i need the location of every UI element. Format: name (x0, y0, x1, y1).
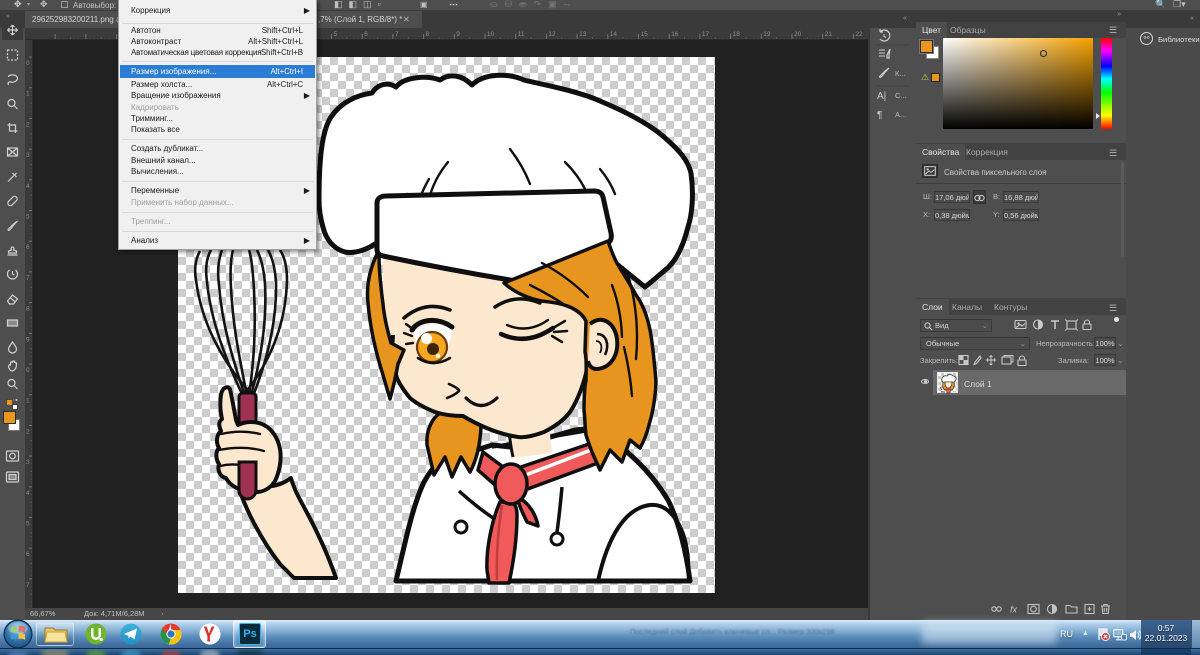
svg-text:2: 2 (26, 121, 30, 128)
svg-text:13: 13 (579, 31, 587, 38)
svg-text:6: 6 (26, 551, 30, 558)
svg-text:7: 7 (26, 275, 30, 282)
svg-text:6: 6 (364, 31, 368, 38)
svg-text:16: 16 (671, 31, 679, 38)
svg-text:3: 3 (26, 459, 30, 466)
svg-text:11: 11 (518, 31, 525, 38)
svg-text:6: 6 (26, 244, 30, 251)
svg-text:15: 15 (641, 31, 649, 38)
svg-text:10: 10 (487, 31, 495, 38)
svg-text:5: 5 (334, 31, 338, 38)
svg-text:4: 4 (26, 183, 30, 190)
svg-text:21: 21 (825, 31, 833, 38)
svg-text:9: 9 (456, 31, 460, 38)
svg-text:8: 8 (26, 306, 30, 313)
svg-text:20: 20 (794, 31, 802, 38)
svg-text:14: 14 (610, 31, 618, 38)
svg-text:0: 0 (26, 60, 30, 67)
svg-text:¶: ¶ (877, 110, 882, 121)
svg-text:К...: К... (895, 69, 906, 78)
svg-text:19: 19 (763, 31, 771, 38)
svg-text:7: 7 (26, 582, 30, 589)
svg-text:А...: А... (895, 110, 906, 119)
svg-text:5: 5 (26, 214, 30, 221)
svg-text:12: 12 (548, 31, 556, 38)
svg-text:22: 22 (855, 31, 863, 38)
svg-text:4: 4 (26, 490, 30, 497)
svg-text:5: 5 (26, 521, 30, 528)
svg-text:0: 0 (26, 367, 30, 374)
svg-text:3: 3 (26, 152, 30, 159)
svg-text:1: 1 (26, 91, 30, 98)
svg-text:С...: С... (895, 91, 907, 100)
svg-text:А|: А| (877, 91, 886, 102)
svg-text:17: 17 (702, 31, 710, 38)
svg-text:7: 7 (395, 31, 399, 38)
svg-text:2: 2 (26, 428, 30, 435)
svg-text:8: 8 (426, 31, 430, 38)
svg-text:18: 18 (733, 31, 741, 38)
svg-text:9: 9 (26, 336, 30, 343)
svg-text:1: 1 (26, 398, 30, 405)
svg-text:fx: fx (1010, 605, 1018, 615)
